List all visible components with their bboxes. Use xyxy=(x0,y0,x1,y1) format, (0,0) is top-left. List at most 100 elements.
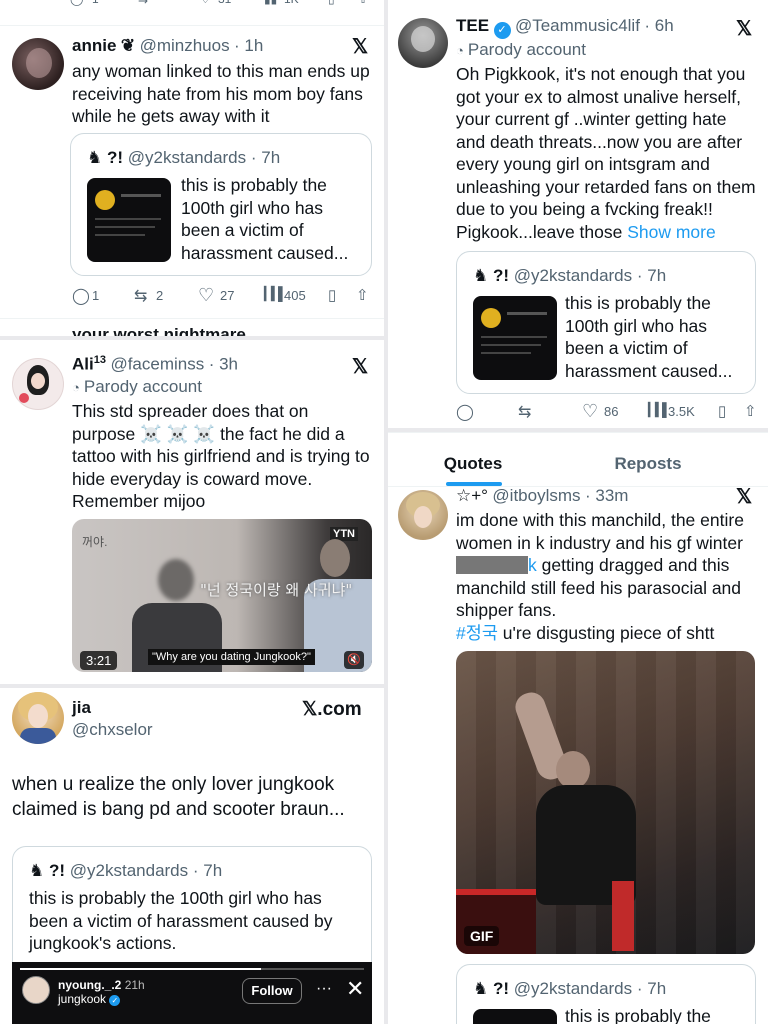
reply-icon[interactable]: ◯ xyxy=(456,402,474,422)
more-options-icon[interactable]: ··· xyxy=(316,980,332,998)
video-player[interactable]: 꺼야. YTN "넌 정국이랑 왜 사귀냐" "Why are you dati… xyxy=(72,519,372,672)
hashtag-link[interactable]: #정국 xyxy=(456,623,498,643)
like-icon[interactable]: ♡ xyxy=(198,285,214,306)
avatar[interactable] xyxy=(398,490,448,540)
avatar[interactable] xyxy=(398,18,448,68)
display-name[interactable]: annie xyxy=(72,36,116,55)
tweet-text: This std spreader does that on purpose ☠… xyxy=(72,400,376,513)
quoted-name: ?! xyxy=(106,148,124,167)
quoted-avatar-icon: ♞ xyxy=(29,861,45,880)
bookmark-icon[interactable]: ▯ xyxy=(718,402,726,420)
tab-reposts-label: Reposts xyxy=(614,454,682,473)
retweet-icon[interactable]: ⇆ xyxy=(134,286,147,306)
reply-count: 1 xyxy=(92,288,100,303)
tab-quotes-label: Quotes xyxy=(443,454,503,473)
display-name[interactable]: ☆+° xyxy=(456,486,488,505)
display-name[interactable]: jia xyxy=(72,698,91,718)
redacted-block xyxy=(456,556,528,574)
korean-caption: "넌 정국이랑 왜 사귀냐" xyxy=(200,581,353,599)
bookmark-icon[interactable]: ▯ xyxy=(328,286,336,304)
quoted-avatar-icon: ♞ xyxy=(473,266,489,285)
tweet-text-part: im done with this manchild, the entire w… xyxy=(456,510,744,553)
verified-badge-icon: ✓ xyxy=(493,22,511,39)
quoted-handle: @y2kstandards xyxy=(513,979,633,998)
quoted-handle: @y2kstandards xyxy=(127,148,247,167)
reply-icon[interactable]: ◯ xyxy=(70,0,83,6)
timestamp[interactable]: · 6h xyxy=(644,16,673,35)
panel-annie-tweet: ◯ 1 ⇆ ♡ 31 ▮▮ 1K ▯ ⇧ annie ❦ @minzhuos ·… xyxy=(0,0,384,336)
parody-label-text: Parody account xyxy=(467,40,586,59)
mask-icon: ◔ xyxy=(456,42,464,58)
tab-reposts[interactable]: Reposts xyxy=(588,442,708,486)
redacted-tail: k xyxy=(528,555,537,575)
avatar[interactable] xyxy=(12,358,64,410)
name-emoji: ❦ xyxy=(120,36,136,55)
video-subtitle: "Why are you dating Jungkook?" xyxy=(148,649,315,665)
tab-quotes[interactable]: Quotes xyxy=(418,442,528,486)
retweet-count: 2 xyxy=(156,288,164,303)
tweet-text: Oh Pigkkook, it's not enough that you go… xyxy=(456,63,760,243)
retweet-icon[interactable]: ⇆ xyxy=(138,0,148,6)
panel-quotes-tab: Quotes Reposts ☆+° @itboylsms · 33m 𝕏 im… xyxy=(388,432,768,1024)
timestamp[interactable]: · 1h xyxy=(234,36,263,55)
tweet-text: when u realize the only lover jungkook c… xyxy=(12,774,345,820)
tweet-actions: ◯ ⇆ ♡ 86 ▎▍▌ 3.5K ▯ ⇧ xyxy=(456,401,757,422)
retweet-icon[interactable]: ⇆ xyxy=(518,402,531,422)
views-icon[interactable]: ▎▍▌ xyxy=(264,286,287,302)
panel-jia-tweet: jia @chxselor 𝕏.com when u realize the o… xyxy=(0,688,384,1024)
display-name[interactable]: Ali xyxy=(72,354,94,373)
quoted-text: this is probably the 100th girl who has … xyxy=(181,175,349,263)
verified-badge-icon: ✓ xyxy=(109,995,121,1006)
view-count: 405 xyxy=(284,288,306,303)
follow-button[interactable]: Follow xyxy=(242,978,302,1004)
avatar[interactable] xyxy=(12,692,64,744)
parody-label: ◔ Parody account xyxy=(456,40,586,60)
share-icon[interactable]: ⇧ xyxy=(358,0,368,6)
handle[interactable]: @itboylsms xyxy=(492,486,580,505)
x-logo-icon: 𝕏 xyxy=(736,486,753,508)
display-name[interactable]: TEE xyxy=(456,16,489,35)
views-icon[interactable]: ▎▍▌ xyxy=(648,402,671,418)
handle[interactable]: @minzhuos xyxy=(140,36,230,55)
reply-count: 1 xyxy=(92,0,99,6)
quoted-avatar-icon: ♞ xyxy=(87,148,103,167)
quoted-tweet[interactable]: ♞ ?! @y2kstandards · 7h this is probably… xyxy=(456,251,756,394)
handle[interactable]: @chxselor xyxy=(72,720,153,740)
x-com-brand: 𝕏.com xyxy=(302,699,362,720)
x-logo-icon: 𝕏 xyxy=(352,36,369,58)
avatar[interactable] xyxy=(12,38,64,90)
timestamp[interactable]: · 3h xyxy=(209,354,238,373)
handle[interactable]: @faceminss xyxy=(110,354,204,373)
views-icon[interactable]: ▮▮ xyxy=(264,0,277,6)
view-count: 3.5K xyxy=(668,404,695,419)
like-count: 27 xyxy=(220,288,235,303)
x-logo-icon: 𝕏 xyxy=(736,18,753,40)
previous-tweet-stats: ◯ 1 ⇆ ♡ 31 ▮▮ 1K ▯ ⇧ xyxy=(0,0,384,12)
handle[interactable]: @Teammusic4lif xyxy=(515,16,640,35)
bookmark-icon[interactable]: ▯ xyxy=(328,0,335,6)
gif-media[interactable]: GIF xyxy=(456,651,755,954)
like-icon[interactable]: ♡ xyxy=(200,0,211,6)
quoted-time: · 7h xyxy=(250,148,281,167)
like-count: 86 xyxy=(604,404,619,419)
like-icon[interactable]: ♡ xyxy=(582,401,598,422)
view-count: 1K xyxy=(284,0,299,6)
mute-icon[interactable]: 🔇 xyxy=(344,651,364,669)
quoted-time: · 7h xyxy=(636,979,667,998)
close-icon[interactable]: ✕ xyxy=(346,976,364,1002)
tweet-text-content: Oh Pigkkook, it's not enough that you go… xyxy=(456,64,756,242)
story-user[interactable]: nyoung._.2 xyxy=(58,978,121,992)
quoted-tweet[interactable]: ♞ ?! @y2kstandards · 7h this is probably… xyxy=(456,964,756,1024)
quoted-text: this is probably the 100th girl who has … xyxy=(29,888,333,953)
story-avatar[interactable] xyxy=(22,976,50,1004)
show-more-link[interactable]: Show more xyxy=(627,222,716,242)
timestamp[interactable]: · 33m xyxy=(585,486,628,505)
share-icon[interactable]: ⇧ xyxy=(356,286,369,304)
quoted-handle: @y2kstandards xyxy=(513,266,633,285)
quoted-text: this is probably the 100th girl who has … xyxy=(565,293,733,381)
reply-icon[interactable]: ◯ xyxy=(72,286,90,306)
like-count: 31 xyxy=(218,0,231,6)
share-icon[interactable]: ⇧ xyxy=(744,402,757,420)
quoted-tweet[interactable]: ♞ ?! @y2kstandards · 7h this is probably… xyxy=(70,133,372,276)
quoted-avatar-icon: ♞ xyxy=(473,979,489,998)
